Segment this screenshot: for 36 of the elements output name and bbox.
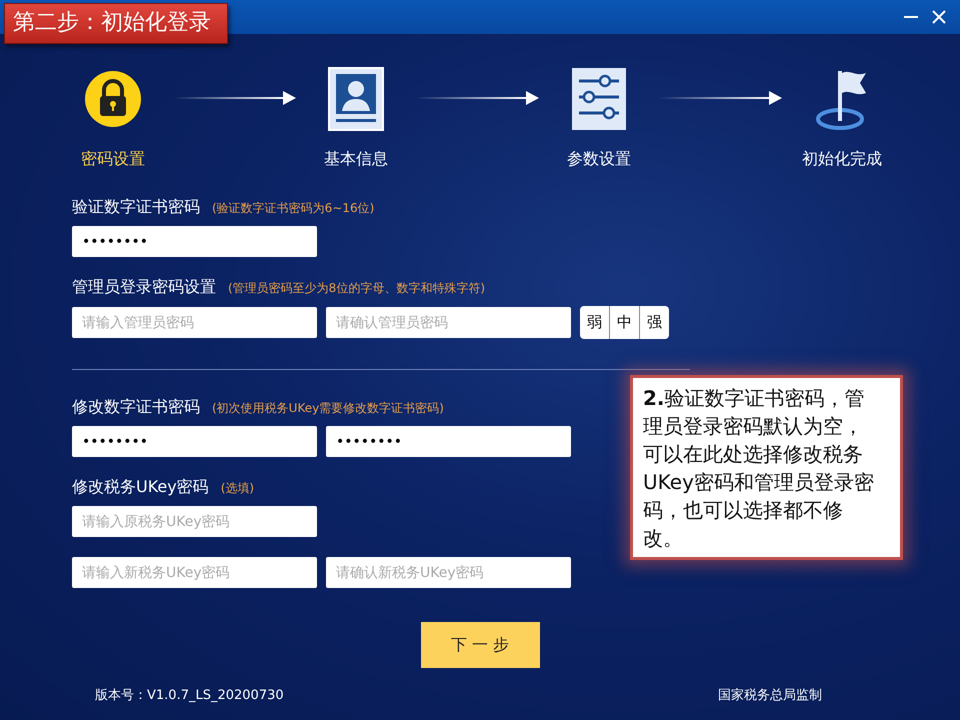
minimize-icon <box>904 16 918 18</box>
field-label: 验证数字证书密码 <box>72 197 200 217</box>
step-label[interactable]: 基本信息 <box>324 149 388 169</box>
arrow-icon <box>416 91 539 105</box>
strength-level: 强 <box>639 306 669 339</box>
version-text: 版本号：V1.0.7_LS_20200730 <box>95 687 284 704</box>
profile-card-icon <box>328 67 384 131</box>
arrow-icon <box>173 91 296 105</box>
input-field[interactable]: 请输入原税务UKey密码 <box>72 506 317 537</box>
step-label[interactable]: 初始化完成 <box>802 149 882 169</box>
supervisor-text: 国家税务总局监制 <box>718 687 822 704</box>
field-hint: (管理员密码至少为8位的字母、数字和特殊字符) <box>228 280 485 297</box>
field-hint: (选填) <box>220 480 254 497</box>
password-field[interactable]: •••••••• <box>326 426 571 457</box>
input-field[interactable]: 请输入新税务UKey密码 <box>72 557 317 588</box>
close-button[interactable] <box>930 8 948 26</box>
callout-text: 2.验证数字证书密码，管理员登录密码默认为空，可以在此处选择修改税务UKey密码和管理员登录密码，也可以选择都不修改。 <box>643 385 875 552</box>
step-label[interactable]: 参数设置 <box>567 149 631 169</box>
strength-level: 弱 <box>586 312 603 333</box>
strength-level: 中 <box>609 306 639 339</box>
password-field[interactable]: •••••••• <box>72 226 317 257</box>
input-field[interactable]: 请确认管理员密码 <box>326 307 571 338</box>
field-label: 修改税务UKey密码 <box>72 477 209 497</box>
arrow-icon <box>659 91 782 105</box>
field-hint: (验证数字证书密码为6~16位) <box>212 200 374 217</box>
field-hint: (初次使用税务UKey需要修改数字证书密码) <box>212 400 444 417</box>
input-field[interactable]: 请确认新税务UKey密码 <box>326 557 571 588</box>
step-label[interactable]: 密码设置 <box>81 149 145 169</box>
password-field[interactable]: •••••••• <box>72 426 317 457</box>
field-label: 管理员登录密码设置 <box>72 277 216 297</box>
window-title: 第二步：初始化登录 <box>4 3 228 44</box>
next-button[interactable]: 下 一 步 <box>420 622 540 668</box>
sliders-icon <box>571 67 627 131</box>
close-icon <box>930 8 948 26</box>
input-field[interactable]: 请输入管理员密码 <box>72 307 317 338</box>
field-label: 修改数字证书密码 <box>72 397 200 417</box>
